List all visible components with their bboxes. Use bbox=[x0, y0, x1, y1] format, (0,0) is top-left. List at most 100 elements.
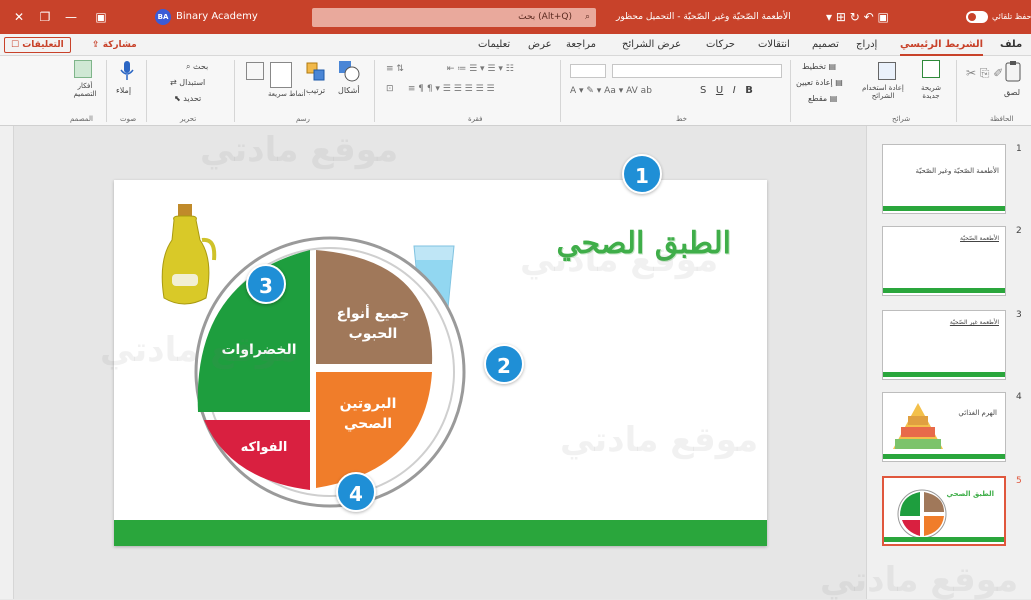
paragraph-controls-row1[interactable]: ≡ ⇅ ⇤ ≔ ☰ ▾ ☰ ▾ ☷ bbox=[386, 64, 514, 74]
quick-styles-icon[interactable] bbox=[270, 62, 292, 88]
thumbnail-title: الأطعمة الصّحيّة وغير الصّحيّة bbox=[915, 167, 999, 175]
font-name-box[interactable] bbox=[612, 64, 782, 78]
ribbon-separator bbox=[234, 60, 235, 122]
section-icon: ▤ bbox=[827, 94, 838, 103]
underline-button[interactable]: U bbox=[716, 85, 723, 96]
paragraph-group-label: فقرة bbox=[468, 115, 483, 123]
font-style-row: S U I B bbox=[700, 85, 753, 96]
quick-styles-label[interactable]: أنماط سريعة bbox=[268, 90, 306, 98]
slide-thumbnail[interactable]: الأطعمة الصّحيّة وغير الصّحيّة bbox=[882, 144, 1006, 214]
replace-button[interactable]: ⇄ استبدال bbox=[170, 78, 205, 87]
callout-marker: 4 bbox=[336, 472, 376, 512]
share-button[interactable]: ⇪ مشاركة bbox=[88, 37, 141, 53]
restore-icon[interactable]: ❐ bbox=[34, 0, 56, 34]
minimize-icon[interactable]: — bbox=[60, 0, 82, 34]
font-size-box[interactable] bbox=[570, 64, 606, 78]
tab-review[interactable]: مراجعة bbox=[566, 34, 596, 56]
vertical-scrollbar[interactable] bbox=[0, 126, 14, 599]
paste-label[interactable]: لصق bbox=[1004, 88, 1020, 97]
close-icon[interactable]: ✕ bbox=[8, 0, 30, 34]
reset-icon: ▤ bbox=[832, 78, 843, 87]
slide-title[interactable]: الطبق الصحي bbox=[557, 226, 731, 261]
paragraph-controls-row2[interactable]: ⊡ ≡ ¶ ¶ ▾ ☰ ☰ ☰ ☰ ☰ bbox=[386, 84, 495, 94]
reuse-slides-label[interactable]: إعادة استخدام الشرائح bbox=[860, 84, 906, 100]
find-icon: ⌕ bbox=[186, 62, 194, 71]
thumbnail-band bbox=[883, 454, 1005, 459]
callout-marker: 2 bbox=[484, 344, 524, 384]
new-slide-label[interactable]: شريحة جديدة bbox=[914, 84, 948, 100]
ribbon-tabs: ☐ التعليقات ⇪ مشاركة تعليمات عرض مراجعة … bbox=[0, 34, 1031, 56]
designer-icon[interactable] bbox=[74, 60, 92, 78]
plate-thumbnail-icon bbox=[897, 489, 947, 539]
tab-animations[interactable]: حركات bbox=[706, 34, 735, 56]
italic-button[interactable]: I bbox=[733, 85, 736, 96]
title-bar: ✕ ❐ — ▣ BA Binary Academy بحث (Alt+Q) ⌕ … bbox=[0, 0, 1031, 34]
fill-icon[interactable] bbox=[246, 62, 264, 80]
autosave-label: حفظ تلقائي bbox=[992, 12, 1031, 21]
tab-help[interactable]: تعليمات bbox=[478, 34, 510, 56]
thumbnail-band bbox=[883, 288, 1005, 293]
thumbnail-title: الأطعمة غير الصّحيّة bbox=[949, 319, 999, 326]
tab-insert[interactable]: إدراج bbox=[856, 34, 877, 56]
select-icon: ⬉ bbox=[174, 94, 184, 103]
slide-thumbnail-selected[interactable]: الطبق الصحي bbox=[882, 476, 1006, 546]
thumbnail-number: 5 bbox=[1016, 476, 1022, 486]
paste-icon[interactable] bbox=[1004, 60, 1022, 82]
thumbnail-band bbox=[884, 537, 1004, 542]
comment-icon: ☐ bbox=[11, 40, 23, 50]
designer-group-label: المصمم bbox=[70, 115, 93, 123]
replace-label: استبدال bbox=[179, 78, 206, 87]
design-ideas-label[interactable]: أفكار التصميم bbox=[70, 82, 100, 98]
share-label: مشاركة bbox=[102, 40, 137, 50]
tab-transitions[interactable]: انتقالات bbox=[758, 34, 790, 56]
vegetables-label: الخضراوات bbox=[221, 342, 297, 358]
ribbon-separator bbox=[790, 60, 791, 122]
select-button[interactable]: ⬉ تحديد bbox=[174, 94, 201, 103]
slide-thumbnail[interactable]: الهرم الغذائي bbox=[882, 392, 1006, 462]
tab-home[interactable]: الشريط الرئيسي bbox=[900, 34, 984, 56]
account-name[interactable]: Binary Academy bbox=[176, 0, 258, 34]
arrange-label[interactable]: ترتيب bbox=[306, 86, 325, 95]
layout-button[interactable]: تخطيط ▤ bbox=[802, 62, 836, 71]
cut-copy-icons[interactable]: ✂ ⎘ ✐ bbox=[966, 66, 1003, 81]
thumbnail-band bbox=[883, 372, 1005, 377]
shapes-label[interactable]: أشكال bbox=[338, 86, 360, 95]
replace-icon: ⇄ bbox=[170, 78, 180, 87]
dictate-label[interactable]: إملاء bbox=[116, 86, 131, 95]
clipboard-group-label: الحافظة bbox=[990, 115, 1014, 123]
strikethrough-button[interactable]: S bbox=[700, 85, 706, 96]
reset-label: إعادة تعيين bbox=[796, 78, 833, 87]
tab-file[interactable]: ملف bbox=[1000, 34, 1022, 56]
shapes-icon[interactable] bbox=[338, 60, 360, 82]
main-slide[interactable]: الخضراوات جميع أنواع الحبوب الفواكه البر… bbox=[114, 180, 767, 546]
arrange-icon[interactable] bbox=[306, 62, 325, 81]
ribbon-separator bbox=[146, 60, 147, 122]
tab-view[interactable]: عرض bbox=[528, 34, 552, 56]
find-button[interactable]: ⌕ بحث bbox=[186, 62, 208, 72]
ribbon: أفكار التصميم المصمم إملاء صوت ⌕ بحث ⇄ ا… bbox=[0, 56, 1031, 126]
slide-footer-band bbox=[114, 520, 767, 546]
search-input[interactable]: بحث (Alt+Q) ⌕ bbox=[312, 8, 596, 27]
avatar[interactable]: BA bbox=[155, 9, 171, 25]
tab-design[interactable]: تصميم bbox=[812, 34, 839, 56]
comments-button[interactable]: ☐ التعليقات bbox=[4, 37, 71, 53]
ribbon-display-icon[interactable]: ▣ bbox=[90, 0, 112, 34]
microphone-icon[interactable] bbox=[118, 60, 136, 80]
layout-icon: ▤ bbox=[825, 62, 837, 71]
new-slide-icon[interactable] bbox=[922, 60, 940, 78]
pyramid-icon bbox=[893, 403, 943, 449]
quick-access-icons[interactable]: ▾ ⊞ ↻ ↶ ▣ bbox=[826, 0, 889, 34]
reset-button[interactable]: إعادة تعيين ▤ bbox=[796, 78, 843, 87]
font-controls-row[interactable]: A ▾ ✎ ▾ Aa ▾ AV ab bbox=[570, 86, 652, 96]
share-icon: ⇪ bbox=[92, 40, 103, 50]
select-label: تحديد bbox=[183, 94, 202, 103]
slide-thumbnail[interactable]: الأطعمة الصّحيّة bbox=[882, 226, 1006, 296]
section-label: مقطع bbox=[808, 94, 828, 103]
bold-button[interactable]: B bbox=[745, 85, 753, 96]
section-button[interactable]: مقطع ▤ bbox=[808, 94, 837, 103]
tab-slideshow[interactable]: عرض الشرائح bbox=[622, 34, 681, 56]
autosave-toggle[interactable] bbox=[966, 11, 988, 23]
reuse-slides-icon[interactable] bbox=[878, 62, 896, 80]
thumbnail-band bbox=[883, 206, 1005, 211]
slide-thumbnail[interactable]: الأطعمة غير الصّحيّة bbox=[882, 310, 1006, 380]
